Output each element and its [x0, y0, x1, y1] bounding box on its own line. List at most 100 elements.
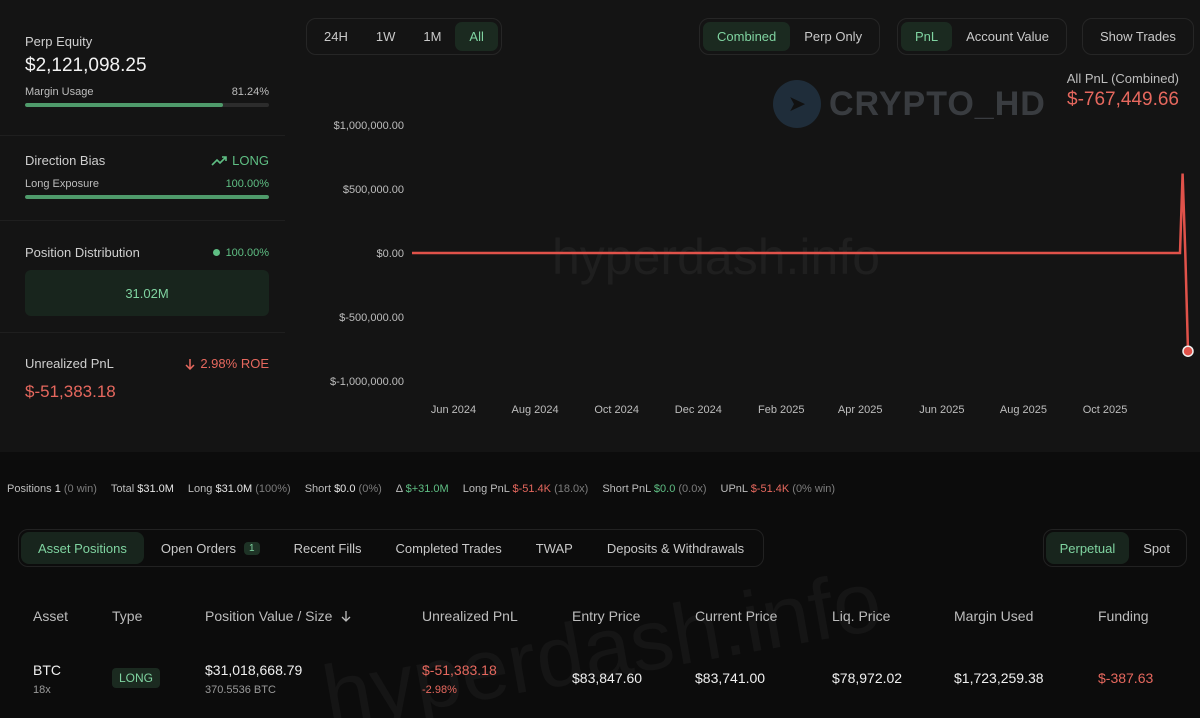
- row-margin-used: $1,723,259.38: [954, 670, 1044, 686]
- unrealized-pnl-value: $-51,383.18: [25, 382, 116, 401]
- margin-usage-bar: [25, 103, 269, 107]
- tab-label: Completed Trades: [395, 540, 502, 556]
- col-liq-price[interactable]: Liq. Price: [832, 608, 890, 624]
- unrealized-pnl-roe: 2.98% ROE: [200, 356, 269, 371]
- arrow-down-icon: [185, 358, 195, 370]
- tab-label: Deposits & Withdrawals: [606, 540, 745, 556]
- long-exposure-bar: [25, 195, 269, 199]
- row-position-value: $31,018,668.79: [205, 662, 303, 678]
- show-trades-toggle: Show Trades: [1082, 18, 1194, 55]
- col-margin-used[interactable]: Margin Used: [954, 608, 1033, 624]
- pnl-chart[interactable]: $1,000,000.00 $500,000.00 $0.00 $-500,000.0…: [290, 100, 1200, 430]
- pnl-last-point[interactable]: [1182, 345, 1194, 357]
- watermark-site-bottom: hyperdash.info: [315, 552, 889, 718]
- x-tick-label: Jun 2025: [919, 404, 964, 416]
- metric-tab-account-value[interactable]: Account Value: [952, 22, 1063, 51]
- stat-long-note: (100%): [255, 483, 291, 495]
- overview-panel: Perp Equity $2,121,098.25 Margin Usage 8…: [0, 0, 1200, 452]
- row-liq-price: $78,972.02: [832, 670, 903, 686]
- show-trades-button[interactable]: Show Trades: [1086, 22, 1190, 51]
- y-tick-label: $-1,000,000.00: [330, 376, 404, 388]
- direction-bias-card: Direction Bias LONG Long Exposure 100.00…: [25, 153, 269, 199]
- market-tab-spot[interactable]: Spot: [1129, 532, 1184, 564]
- stat-long-pnl-note: (18.0x): [554, 483, 589, 495]
- position-distribution-bar[interactable]: 31.02M: [25, 270, 269, 316]
- stat-short-pnl-label: Short PnL: [602, 483, 651, 495]
- stat-short-label: Short: [304, 483, 331, 495]
- stat-long-value: $31.0M: [215, 483, 253, 495]
- range-tab-all[interactable]: All: [455, 22, 498, 51]
- stat-long-label: Long: [187, 483, 213, 495]
- stat-upnl-label: UPnL: [720, 483, 748, 495]
- mode-tab-combined[interactable]: Combined: [703, 22, 791, 51]
- position-distribution-card: Position Distribution 100.00% 31.02M: [25, 245, 269, 316]
- range-tab-1w[interactable]: 1W: [362, 22, 410, 51]
- tab-recent-fills[interactable]: Recent Fills: [277, 532, 379, 564]
- open-orders-count-badge: 1: [244, 541, 260, 555]
- tab-deposits-withdrawals[interactable]: Deposits & Withdrawals: [590, 532, 761, 564]
- divider: [0, 220, 285, 221]
- position-distribution-label: Position Distribution: [25, 245, 140, 260]
- y-tick-label: $500,000.00: [343, 184, 404, 196]
- market-tab-label: Spot: [1143, 540, 1170, 556]
- position-distribution-pct: 100.00%: [225, 246, 269, 259]
- col-current-price[interactable]: Current Price: [695, 608, 777, 624]
- col-position-value-label: Position Value / Size: [205, 608, 333, 624]
- range-selector: 24H 1W 1M All: [306, 18, 502, 55]
- x-tick-label: Feb 2025: [758, 404, 804, 416]
- mode-tab-perp-only[interactable]: Perp Only: [790, 22, 876, 51]
- stat-positions-label: Positions: [7, 483, 52, 495]
- range-tab-1m[interactable]: 1M: [409, 22, 455, 51]
- range-tab-24h[interactable]: 24H: [310, 22, 362, 51]
- market-tab-perpetual[interactable]: Perpetual: [1045, 532, 1130, 564]
- stat-delta-label: Δ: [395, 483, 403, 495]
- long-exposure-label: Long Exposure: [25, 178, 99, 190]
- col-funding[interactable]: Funding: [1098, 608, 1149, 624]
- market-tabs: Perpetual Spot: [1042, 529, 1187, 567]
- stat-positions-note: (0 win): [63, 483, 97, 495]
- y-tick-label: $-500,000.00: [339, 312, 404, 324]
- metric-tab-pnl[interactable]: PnL: [901, 22, 953, 51]
- pnl-series-line: [412, 173, 1190, 352]
- col-unrealized-pnl[interactable]: Unrealized PnL: [422, 608, 518, 624]
- tab-open-orders[interactable]: Open Orders 1: [144, 532, 277, 564]
- x-tick-label: Dec 2024: [675, 404, 722, 416]
- direction-bias-label: Direction Bias: [25, 153, 106, 168]
- mode-selector: Combined Perp Only: [699, 18, 881, 55]
- tab-twap[interactable]: TWAP: [519, 532, 590, 564]
- x-tick-label: Apr 2025: [838, 404, 883, 416]
- col-asset[interactable]: Asset: [33, 608, 68, 624]
- col-type[interactable]: Type: [112, 608, 142, 624]
- stat-short-note: (0%): [358, 483, 382, 495]
- row-size: 370.5536 BTC: [205, 684, 276, 696]
- pnl-caption: All PnL (Combined): [1066, 71, 1179, 86]
- row-entry-price: $83,847.60: [572, 670, 643, 686]
- stat-upnl-value: $-51.4K: [750, 483, 790, 495]
- long-exposure-fill: [25, 195, 269, 199]
- tab-label: TWAP: [535, 540, 573, 556]
- col-entry-price[interactable]: Entry Price: [572, 608, 640, 624]
- tab-label: Asset Positions: [38, 540, 127, 556]
- market-tab-label: Perpetual: [1059, 540, 1116, 556]
- stat-short-pnl-value: $0.0: [653, 483, 676, 495]
- stat-delta-value: $+31.0M: [405, 483, 449, 495]
- perp-equity-value: $2,121,098.25: [25, 55, 147, 76]
- row-funding: $-387.63: [1098, 670, 1154, 686]
- tab-asset-positions[interactable]: Asset Positions: [21, 532, 144, 564]
- long-dot-icon: [212, 249, 220, 256]
- tab-completed-trades[interactable]: Completed Trades: [379, 532, 519, 564]
- row-asset: BTC: [33, 662, 61, 678]
- stat-short-pnl-note: (0.0x): [678, 483, 707, 495]
- row-unrealized-pnl-pct: -2.98%: [422, 684, 457, 696]
- tab-label: Open Orders: [160, 540, 237, 556]
- y-tick-label: $0.00: [376, 248, 404, 260]
- divider: [0, 135, 285, 136]
- stat-positions-value: 1: [54, 483, 61, 495]
- stat-total-value: $31.0M: [137, 483, 174, 495]
- stat-short-value: $0.0: [334, 483, 356, 495]
- unrealized-pnl-card: Unrealized PnL 2.98% ROE $-51,383.18: [25, 356, 269, 402]
- y-tick-label: $1,000,000.00: [334, 120, 404, 132]
- row-current-price: $83,741.00: [695, 670, 766, 686]
- detail-tabs: Asset Positions Open Orders 1 Recent Fills C…: [18, 529, 765, 567]
- col-position-value[interactable]: Position Value / Size: [205, 608, 352, 624]
